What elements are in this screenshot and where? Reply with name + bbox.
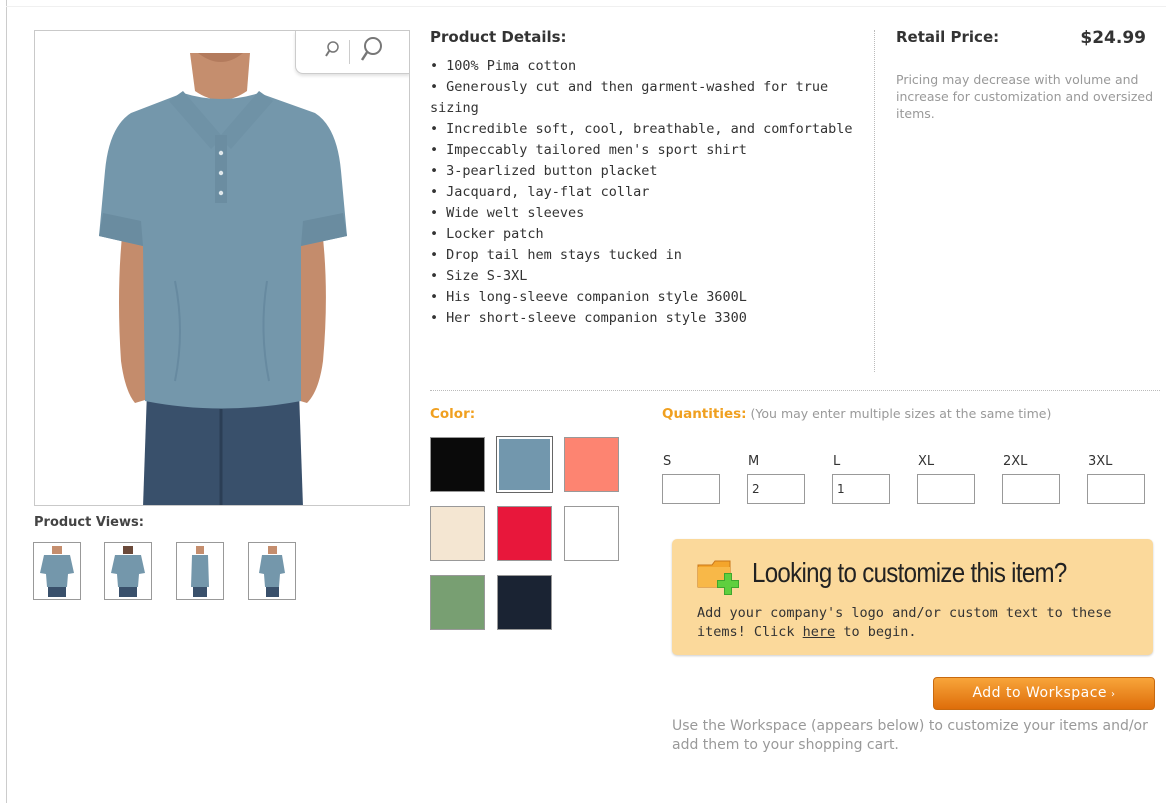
- add-to-workspace-button[interactable]: Add to Workspace ›: [933, 677, 1155, 710]
- quantity-input-m[interactable]: [747, 474, 805, 504]
- vertical-divider: [874, 30, 875, 372]
- bullet: •: [430, 205, 439, 221]
- quantities-note: (You may enter multiple sizes at the sam…: [750, 406, 1052, 421]
- product-detail-item: • Generously cut and then garment-washed …: [430, 77, 870, 119]
- customize-here-link[interactable]: here: [803, 624, 836, 640]
- quantity-input-3xl[interactable]: [1087, 474, 1145, 504]
- product-detail-text: Impeccably tailored men's sport shirt: [446, 142, 747, 158]
- color-swatch-coral[interactable]: [564, 437, 619, 492]
- product-view-thumb-side[interactable]: [176, 542, 224, 600]
- zoom-divider: [348, 40, 350, 64]
- bullet: •: [430, 79, 439, 95]
- product-detail-item: • Incredible soft, cool, breathable, and …: [430, 119, 870, 140]
- product-details-list: • 100% Pima cotton • Generously cut and the…: [430, 56, 870, 329]
- product-detail-text: Size S-3XL: [446, 268, 528, 284]
- bullet: •: [430, 226, 439, 242]
- product-detail-item: • 100% Pima cotton: [430, 56, 870, 77]
- product-detail-text: 3-pearlized button placket: [446, 163, 658, 179]
- size-label-3xl: 3XL: [1088, 454, 1113, 469]
- bullet: •: [430, 310, 439, 326]
- product-detail-item: • Locker patch: [430, 224, 870, 245]
- product-detail-item: • Impeccably tailored men's sport shirt: [430, 140, 870, 161]
- page-top-border: [6, 6, 1166, 7]
- product-detail-text: 100% Pima cotton: [446, 58, 577, 74]
- product-view-thumb-back[interactable]: [104, 542, 152, 600]
- retail-price-label: Retail Price:: [896, 28, 1000, 46]
- color-label: Color:: [430, 406, 476, 422]
- product-detail-text: Generously cut and then garment-washed f…: [430, 79, 829, 116]
- page-left-border: [6, 0, 7, 803]
- quantities-header: Quantities: (You may enter multiple size…: [662, 405, 1132, 423]
- zoom-in-icon[interactable]: [358, 36, 384, 68]
- bullet: •: [430, 142, 439, 158]
- product-detail-text: Incredible soft, cool, breathable, and c…: [446, 121, 853, 137]
- zoom-controls: [295, 31, 409, 74]
- bullet: •: [430, 58, 439, 74]
- bullet: •: [430, 163, 439, 179]
- product-view-thumb-front[interactable]: [33, 542, 81, 600]
- product-detail-text: His long-sleeve companion style 3600L: [446, 289, 747, 305]
- quantity-input-xl[interactable]: [917, 474, 975, 504]
- bullet: •: [430, 184, 439, 200]
- bullet: •: [430, 121, 439, 137]
- polo-shirt-image: [99, 53, 347, 505]
- product-main-image[interactable]: [34, 30, 410, 506]
- quantities-label: Quantities:: [662, 406, 747, 422]
- bullet: •: [430, 289, 439, 305]
- color-swatch-black[interactable]: [430, 437, 485, 492]
- product-detail-text: Drop tail hem stays tucked in: [446, 247, 682, 263]
- product-detail-item: • Her short-sleeve companion style 3300: [430, 308, 870, 329]
- size-label-l: L: [833, 454, 841, 469]
- quantity-input-s[interactable]: [662, 474, 720, 504]
- color-swatch-sage-green[interactable]: [430, 575, 485, 630]
- chevron-right-icon: ›: [1111, 689, 1116, 700]
- bullet: •: [430, 268, 439, 284]
- product-detail-text: Wide welt sleeves: [446, 205, 585, 221]
- product-views-label: Product Views:: [34, 515, 144, 530]
- size-label-2xl: 2XL: [1003, 454, 1028, 469]
- pricing-note: Pricing may decrease with volume and inc…: [896, 72, 1154, 121]
- product-detail-text: Locker patch: [446, 226, 544, 242]
- size-label-s: S: [663, 454, 672, 469]
- product-detail-text: Jacquard, lay-flat collar: [446, 184, 650, 200]
- color-swatch-red[interactable]: [497, 506, 552, 561]
- horizontal-divider: [430, 390, 1160, 391]
- product-view-thumb-angle[interactable]: [248, 542, 296, 600]
- size-label-m: M: [748, 454, 760, 469]
- product-details-title: Product Details:: [430, 28, 567, 46]
- customize-title: Looking to customize this item?: [752, 557, 1067, 588]
- color-swatch-slate-blue[interactable]: [496, 436, 553, 493]
- product-detail-item: • His long-sleeve companion style 3600L: [430, 287, 870, 308]
- quantity-input-2xl[interactable]: [1002, 474, 1060, 504]
- retail-price-value: $24.99: [1080, 28, 1146, 48]
- zoom-out-icon[interactable]: [323, 40, 341, 64]
- product-detail-item: • 3-pearlized button placket: [430, 161, 870, 182]
- customize-text: Add your company's logo and/or custom te…: [697, 604, 1137, 642]
- size-label-xl: XL: [918, 454, 935, 469]
- bullet: •: [430, 247, 439, 263]
- quantity-input-l[interactable]: [832, 474, 890, 504]
- workspace-note: Use the Workspace (appears below) to cus…: [672, 718, 1148, 753]
- product-detail-item: • Drop tail hem stays tucked in: [430, 245, 870, 266]
- color-swatch-white[interactable]: [564, 506, 619, 561]
- customize-banner[interactable]: Looking to customize this item? Add your…: [672, 539, 1153, 655]
- product-detail-item: • Size S-3XL: [430, 266, 870, 287]
- color-swatch-cream[interactable]: [430, 506, 485, 561]
- product-detail-text: Her short-sleeve companion style 3300: [446, 310, 747, 326]
- add-to-folder-icon: [696, 557, 744, 601]
- product-details: Product Details: • 100% Pima cotton • Gener…: [430, 28, 870, 329]
- product-detail-item: • Wide welt sleeves: [430, 203, 870, 224]
- color-swatch-navy[interactable]: [497, 575, 552, 630]
- add-to-workspace-label: Add to Workspace: [972, 685, 1108, 701]
- customize-text-after: to begin.: [835, 624, 917, 640]
- retail-price-row: Retail Price: $24.99: [896, 28, 1146, 48]
- product-detail-item: • Jacquard, lay-flat collar: [430, 182, 870, 203]
